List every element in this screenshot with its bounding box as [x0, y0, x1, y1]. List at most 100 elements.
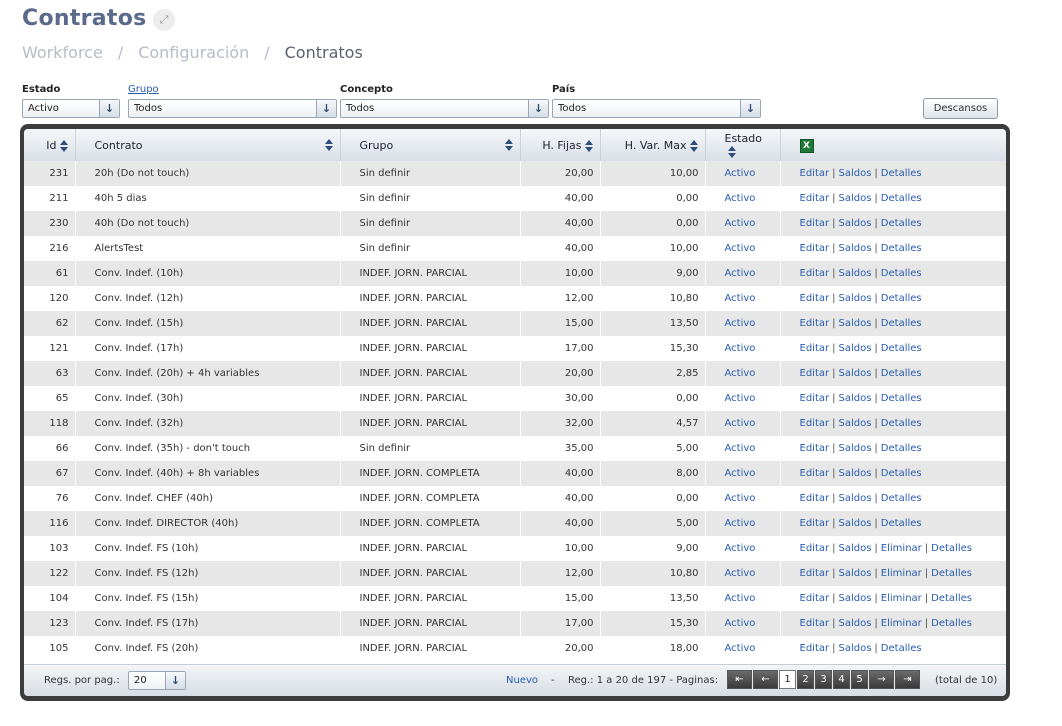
arrow-down-icon[interactable]: ↓: [165, 672, 185, 689]
editar-link[interactable]: Editar: [800, 493, 830, 504]
detalles-link[interactable]: Detalles: [881, 243, 922, 254]
editar-link[interactable]: Editar: [800, 568, 830, 579]
saldos-link[interactable]: Saldos: [838, 318, 871, 329]
saldos-link[interactable]: Saldos: [838, 518, 871, 529]
eliminar-link[interactable]: Eliminar: [881, 568, 922, 579]
saldos-link[interactable]: Saldos: [838, 618, 871, 629]
column-header-grupo[interactable]: Grupo: [340, 129, 521, 161]
saldos-link[interactable]: Saldos: [838, 418, 871, 429]
saldos-link[interactable]: Saldos: [838, 218, 871, 229]
arrow-down-icon[interactable]: ↓: [316, 100, 336, 117]
column-header-estado[interactable]: Estado: [705, 129, 781, 161]
pais-select[interactable]: Todos ↓: [552, 99, 761, 118]
editar-link[interactable]: Editar: [800, 643, 830, 654]
saldos-link[interactable]: Saldos: [838, 643, 871, 654]
editar-link[interactable]: Editar: [800, 443, 830, 454]
detalles-link[interactable]: Detalles: [881, 343, 922, 354]
editar-link[interactable]: Editar: [800, 368, 830, 379]
last-page-icon[interactable]: ⇥: [895, 670, 920, 689]
saldos-link[interactable]: Saldos: [838, 493, 871, 504]
editar-link[interactable]: Editar: [800, 593, 830, 604]
saldos-link[interactable]: Saldos: [838, 268, 871, 279]
column-header-hvar[interactable]: H. Var. Max: [600, 129, 706, 161]
editar-link[interactable]: Editar: [800, 618, 830, 629]
editar-link[interactable]: Editar: [800, 543, 830, 554]
concepto-select[interactable]: Todos ↓: [340, 99, 549, 118]
arrow-down-icon[interactable]: ↓: [740, 100, 760, 117]
eliminar-link[interactable]: Eliminar: [881, 618, 922, 629]
page-button-4[interactable]: 4: [833, 670, 850, 689]
editar-link[interactable]: Editar: [800, 168, 830, 179]
detalles-link[interactable]: Detalles: [881, 293, 922, 304]
sort-icon[interactable]: [727, 146, 737, 158]
detalles-link[interactable]: Detalles: [881, 393, 922, 404]
editar-link[interactable]: Editar: [800, 293, 830, 304]
column-header-contrato[interactable]: Contrato: [75, 129, 341, 161]
next-page-icon[interactable]: →: [869, 670, 894, 689]
detalles-link[interactable]: Detalles: [931, 568, 972, 579]
expand-icon[interactable]: ⤢: [153, 9, 175, 31]
eliminar-link[interactable]: Eliminar: [881, 543, 922, 554]
eliminar-link[interactable]: Eliminar: [881, 593, 922, 604]
editar-link[interactable]: Editar: [800, 318, 830, 329]
detalles-link[interactable]: Detalles: [881, 168, 922, 179]
page-button-2[interactable]: 2: [797, 670, 814, 689]
saldos-link[interactable]: Saldos: [838, 168, 871, 179]
detalles-link[interactable]: Detalles: [881, 368, 922, 379]
saldos-link[interactable]: Saldos: [838, 393, 871, 404]
saldos-link[interactable]: Saldos: [838, 343, 871, 354]
saldos-link[interactable]: Saldos: [838, 568, 871, 579]
first-page-icon[interactable]: ⇤: [727, 670, 752, 689]
sort-icon[interactable]: [324, 139, 334, 151]
page-button-1[interactable]: 1: [779, 670, 796, 689]
editar-link[interactable]: Editar: [800, 343, 830, 354]
nuevo-link[interactable]: Nuevo: [506, 675, 538, 686]
detalles-link[interactable]: Detalles: [881, 318, 922, 329]
editar-link[interactable]: Editar: [800, 518, 830, 529]
detalles-link[interactable]: Detalles: [881, 468, 922, 479]
editar-link[interactable]: Editar: [800, 193, 830, 204]
arrow-down-icon[interactable]: ↓: [528, 100, 548, 117]
detalles-link[interactable]: Detalles: [931, 543, 972, 554]
sort-icon[interactable]: [504, 139, 514, 151]
detalles-link[interactable]: Detalles: [881, 518, 922, 529]
breadcrumb-configuracion[interactable]: Configuración: [138, 43, 249, 62]
per-page-select[interactable]: 20 ↓: [128, 671, 186, 690]
page-button-5[interactable]: 5: [851, 670, 868, 689]
detalles-link[interactable]: Detalles: [881, 418, 922, 429]
filter-grupo-label[interactable]: Grupo: [128, 84, 337, 98]
prev-page-icon[interactable]: ←: [753, 670, 778, 689]
saldos-link[interactable]: Saldos: [838, 193, 871, 204]
descansos-button[interactable]: Descansos: [923, 98, 998, 119]
editar-link[interactable]: Editar: [800, 468, 830, 479]
editar-link[interactable]: Editar: [800, 418, 830, 429]
grupo-select[interactable]: Todos ↓: [128, 99, 337, 118]
detalles-link[interactable]: Detalles: [881, 268, 922, 279]
editar-link[interactable]: Editar: [800, 268, 830, 279]
page-button-3[interactable]: 3: [815, 670, 832, 689]
sort-icon[interactable]: [689, 139, 699, 152]
column-header-hfijas[interactable]: H. Fijas: [520, 129, 601, 161]
excel-icon[interactable]: X: [799, 138, 814, 153]
detalles-link[interactable]: Detalles: [881, 193, 922, 204]
estado-select[interactable]: Activo ↓: [22, 99, 120, 118]
saldos-link[interactable]: Saldos: [838, 368, 871, 379]
detalles-link[interactable]: Detalles: [881, 643, 922, 654]
saldos-link[interactable]: Saldos: [838, 443, 871, 454]
sort-icon[interactable]: [59, 139, 69, 152]
breadcrumb-workforce[interactable]: Workforce: [22, 43, 103, 62]
sort-icon[interactable]: [584, 139, 594, 152]
editar-link[interactable]: Editar: [800, 243, 830, 254]
column-header-id[interactable]: Id: [24, 129, 76, 161]
editar-link[interactable]: Editar: [800, 218, 830, 229]
detalles-link[interactable]: Detalles: [881, 218, 922, 229]
detalles-link[interactable]: Detalles: [931, 618, 972, 629]
arrow-down-icon[interactable]: ↓: [99, 100, 119, 117]
saldos-link[interactable]: Saldos: [838, 593, 871, 604]
saldos-link[interactable]: Saldos: [838, 293, 871, 304]
detalles-link[interactable]: Detalles: [881, 493, 922, 504]
saldos-link[interactable]: Saldos: [838, 543, 871, 554]
detalles-link[interactable]: Detalles: [881, 443, 922, 454]
saldos-link[interactable]: Saldos: [838, 468, 871, 479]
detalles-link[interactable]: Detalles: [931, 593, 972, 604]
